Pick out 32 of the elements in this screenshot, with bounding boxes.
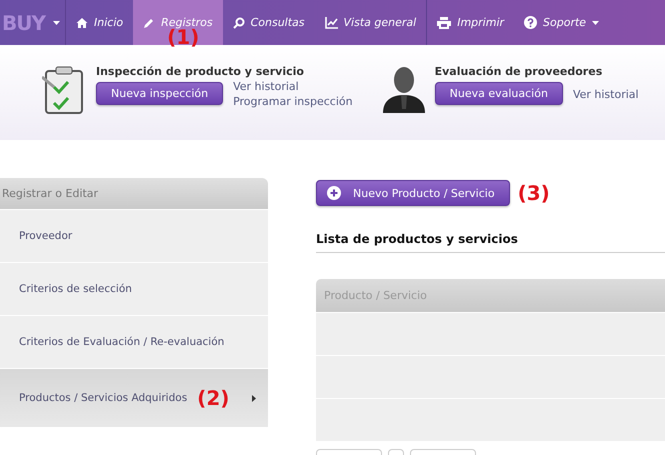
nav-item[interactable]: Soporte (514, 0, 610, 45)
column-header: Producto / Servicio (316, 279, 665, 312)
chart-icon (324, 16, 338, 28)
home-icon (76, 16, 88, 28)
plus-icon (327, 186, 341, 200)
link[interactable]: Programar inspección (233, 95, 353, 108)
callout-label: (1) (167, 27, 200, 47)
new-button[interactable]: Nueva evaluación (434, 82, 563, 105)
pencil-icon (143, 16, 156, 28)
list-title: Lista de productos y servicios (316, 232, 665, 253)
sidebar-item[interactable]: Productos / Servicios Adquiridos (2) (0, 369, 268, 428)
sidebar-header: Registrar o Editar (0, 178, 268, 210)
person-icon (380, 65, 427, 113)
nav-item[interactable]: Inicio (66, 0, 134, 45)
section-title: Inspección de producto y servicio (96, 65, 305, 78)
link[interactable]: Ver historial (233, 80, 353, 93)
new-button[interactable]: Nueva inspección (96, 82, 224, 105)
help-icon (524, 16, 538, 29)
nav-item[interactable]: Consultas (222, 0, 315, 45)
printer-icon (437, 16, 452, 28)
nav-item[interactable]: Vista general (314, 0, 426, 45)
caret-icon (252, 394, 256, 402)
callout-label: (3) (518, 181, 550, 205)
new-product-button[interactable]: Nuevo Producto / Servicio (316, 180, 510, 206)
sidebar-item[interactable]: Criterios de Evaluación / Re-evaluación (0, 316, 268, 369)
callout-label: (2) (197, 386, 230, 410)
section-title: Evaluación de proveedores (434, 65, 604, 78)
caret-icon (52, 20, 60, 24)
sidebar-item[interactable]: Proveedor (0, 210, 268, 263)
link[interactable]: Ver historial (572, 88, 639, 101)
search-icon (232, 16, 245, 28)
sidebar-item[interactable]: Criterios de selección (0, 263, 268, 316)
